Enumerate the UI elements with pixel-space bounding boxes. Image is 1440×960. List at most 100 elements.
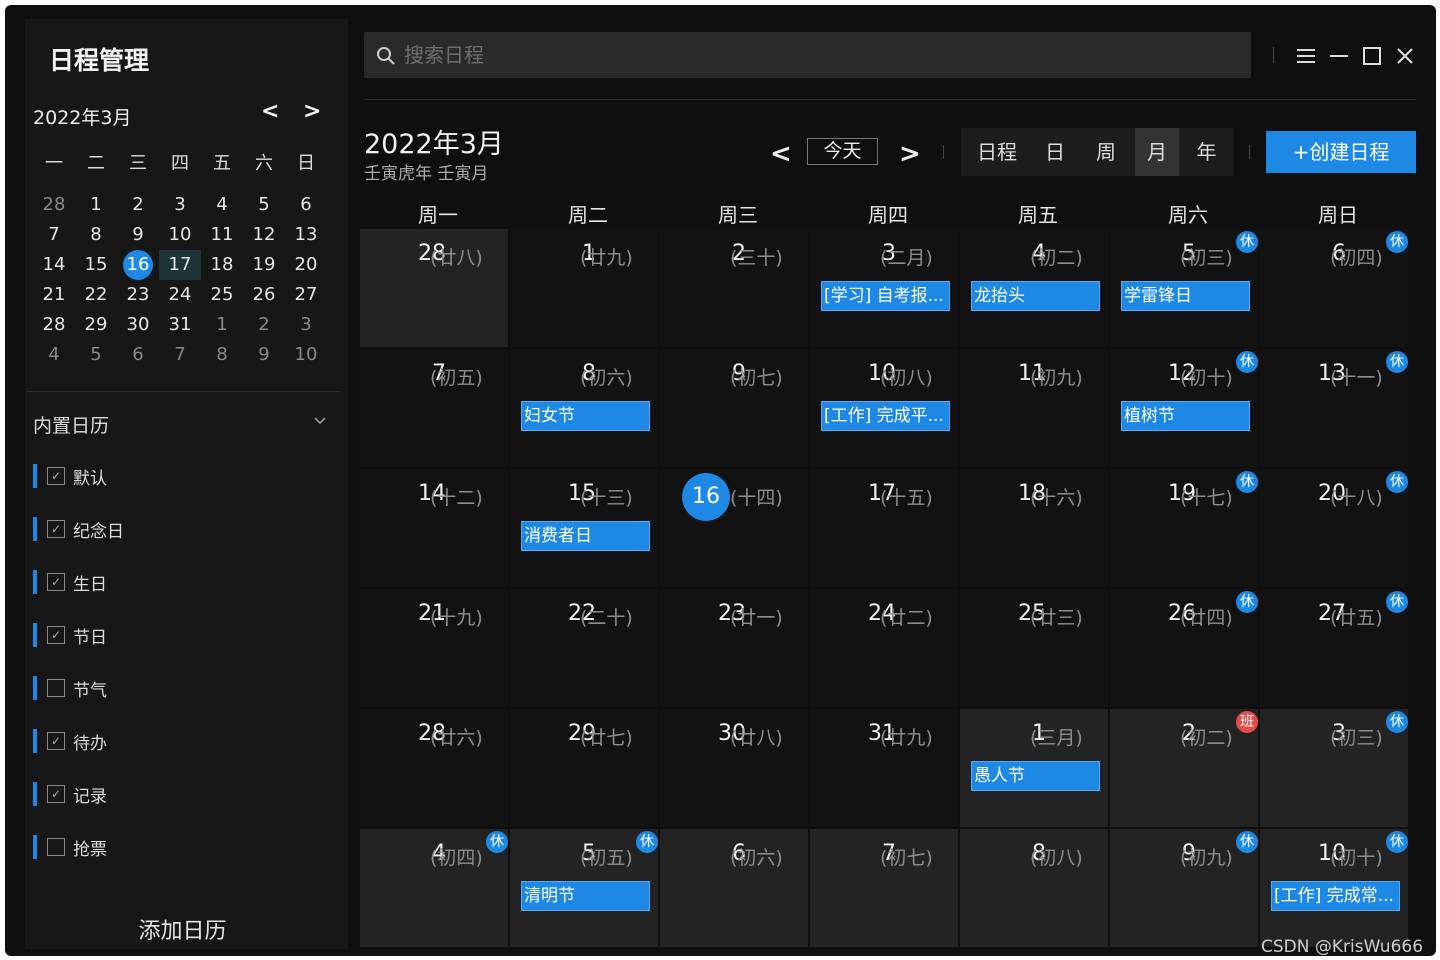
calendar-checkbox[interactable]: ✓ [47, 573, 65, 591]
day-cell[interactable]: 1 (廿九) [510, 229, 658, 347]
mini-calendar-day[interactable]: 28 [33, 310, 75, 340]
day-cell[interactable]: 12 (初十) 休植树节 [1110, 349, 1258, 467]
mini-calendar-day[interactable]: 27 [285, 280, 327, 310]
mini-calendar-day[interactable]: 15 [75, 250, 117, 280]
mini-calendar-day[interactable]: 11 [201, 220, 243, 250]
event-chip[interactable]: 学雷锋日 [1121, 281, 1250, 311]
day-cell[interactable]: 13 (十一) 休 [1260, 349, 1408, 467]
search-input[interactable] [404, 32, 1224, 78]
mini-calendar-day[interactable]: 1 [75, 190, 117, 220]
day-cell[interactable]: 21 (十九) [360, 589, 508, 707]
day-cell[interactable]: 28 (廿六) [360, 709, 508, 827]
event-chip[interactable]: 妇女节 [521, 401, 650, 431]
day-cell[interactable]: 16 (十四) [660, 469, 808, 587]
mini-calendar-day[interactable]: 28 [33, 190, 75, 220]
day-cell[interactable]: 24 (廿二) [810, 589, 958, 707]
calendar-checkbox[interactable]: ✓ [47, 467, 65, 485]
day-cell[interactable]: 5 (初三) 休学雷锋日 [1110, 229, 1258, 347]
event-chip[interactable]: 愚人节 [971, 761, 1100, 791]
day-cell[interactable]: 27 (廿五) 休 [1260, 589, 1408, 707]
mini-calendar-day[interactable]: 31 [159, 310, 201, 340]
day-cell[interactable]: 3 (初三) 休 [1260, 709, 1408, 827]
view-tab-year[interactable]: 年 [1179, 128, 1234, 176]
mini-calendar-day[interactable]: 22 [75, 280, 117, 310]
mini-calendar-day[interactable]: 25 [201, 280, 243, 310]
day-cell[interactable]: 11 (初九) [960, 349, 1108, 467]
mini-calendar-day[interactable]: 23 [117, 280, 159, 310]
calendar-item[interactable]: ✓ 生日 [33, 570, 107, 595]
mini-calendar-day[interactable]: 18 [201, 250, 243, 280]
calendar-checkbox[interactable] [47, 679, 65, 697]
day-cell[interactable]: 25 (廿三) [960, 589, 1108, 707]
day-cell[interactable]: 31 (廿九) [810, 709, 958, 827]
mini-calendar-day[interactable]: 12 [243, 220, 285, 250]
calendar-item[interactable]: ✓ 待办 [33, 729, 107, 754]
day-cell[interactable]: 19 (十七) 休 [1110, 469, 1258, 587]
day-cell[interactable]: 17 (十五) [810, 469, 958, 587]
chevron-down-icon[interactable] [313, 413, 327, 427]
day-cell[interactable]: 5 (初五) 休清明节 [510, 829, 658, 947]
today-button[interactable]: 今天 [807, 138, 878, 165]
event-chip[interactable]: 清明节 [521, 881, 650, 911]
minimize-icon[interactable] [1328, 45, 1350, 67]
mini-calendar-day[interactable]: 20 [285, 250, 327, 280]
mini-calendar-day[interactable]: 21 [33, 280, 75, 310]
day-cell[interactable]: 23 (廿一) [660, 589, 808, 707]
mini-calendar-day[interactable]: 29 [75, 310, 117, 340]
day-cell[interactable]: 2 (初二) 班 [1110, 709, 1258, 827]
mini-calendar-day[interactable]: 30 [117, 310, 159, 340]
mini-calendar-day[interactable]: 17 [159, 250, 201, 280]
day-cell[interactable]: 8 (初六) 妇女节 [510, 349, 658, 467]
day-cell[interactable]: 15 (十三) 消费者日 [510, 469, 658, 587]
day-cell[interactable]: 4 (初四) 休 [360, 829, 508, 947]
day-cell[interactable]: 1 (三月) 愚人节 [960, 709, 1108, 827]
mini-calendar-day[interactable]: 3 [285, 310, 327, 340]
mini-calendar-day[interactable]: 5 [243, 190, 285, 220]
menu-icon[interactable] [1295, 45, 1317, 67]
view-tab-day[interactable]: 日 [1033, 128, 1077, 176]
day-cell[interactable]: 20 (十八) 休 [1260, 469, 1408, 587]
calendar-item[interactable]: 节气 [33, 676, 107, 701]
mini-calendar-day[interactable]: 7 [159, 340, 201, 370]
mini-calendar-day[interactable]: 3 [159, 190, 201, 220]
add-calendar-button[interactable]: 添加日历 [25, 913, 340, 945]
event-chip[interactable]: 植树节 [1121, 401, 1250, 431]
day-cell[interactable]: 4 (初二) 龙抬头 [960, 229, 1108, 347]
mini-calendar-day[interactable]: 6 [117, 340, 159, 370]
calendar-checkbox[interactable]: ✓ [47, 785, 65, 803]
event-chip[interactable]: [工作] 完成平... [821, 401, 950, 431]
mini-calendar-day[interactable]: 14 [33, 250, 75, 280]
mini-calendar-day[interactable]: 9 [243, 340, 285, 370]
calendar-item[interactable]: ✓ 节日 [33, 623, 107, 648]
day-cell[interactable]: 18 (十六) [960, 469, 1108, 587]
day-cell[interactable]: 10 (初八) [工作] 完成平... [810, 349, 958, 467]
calendar-item[interactable]: ✓ 记录 [33, 782, 107, 807]
next-month-button[interactable]: > [899, 139, 921, 169]
calendar-checkbox[interactable] [47, 838, 65, 856]
day-cell[interactable]: 26 (廿四) 休 [1110, 589, 1258, 707]
maximize-icon[interactable] [1361, 45, 1383, 67]
day-cell[interactable]: 6 (初六) [660, 829, 808, 947]
day-cell[interactable]: 29 (廿七) [510, 709, 658, 827]
event-chip[interactable]: [工作] 完成常... [1271, 881, 1400, 911]
prev-month-button[interactable]: < [770, 139, 792, 169]
calendar-checkbox[interactable]: ✓ [47, 732, 65, 750]
mini-calendar-day[interactable]: 7 [33, 220, 75, 250]
mini-calendar-day[interactable]: 24 [159, 280, 201, 310]
calendar-item[interactable]: ✓ 纪念日 [33, 517, 124, 542]
builtin-calendars-header[interactable]: 内置日历 [33, 411, 109, 438]
calendar-checkbox[interactable]: ✓ [47, 520, 65, 538]
day-cell[interactable]: 28 (廿八) [360, 229, 508, 347]
mini-calendar-next-button[interactable]: > [303, 99, 321, 124]
mini-calendar-day[interactable]: 1 [201, 310, 243, 340]
create-event-button[interactable]: +创建日程 [1266, 131, 1416, 173]
mini-calendar-day[interactable]: 10 [159, 220, 201, 250]
day-cell[interactable]: 8 (初八) [960, 829, 1108, 947]
event-chip[interactable]: [学习] 自考报... [821, 281, 950, 311]
day-cell[interactable]: 3 (二月) [学习] 自考报... [810, 229, 958, 347]
view-tab-schedule[interactable]: 日程 [961, 128, 1033, 176]
mini-calendar-day[interactable]: 10 [285, 340, 327, 370]
view-tab-week[interactable]: 周 [1077, 128, 1135, 176]
day-cell[interactable]: 7 (初五) [360, 349, 508, 467]
mini-calendar-day[interactable]: 5 [75, 340, 117, 370]
